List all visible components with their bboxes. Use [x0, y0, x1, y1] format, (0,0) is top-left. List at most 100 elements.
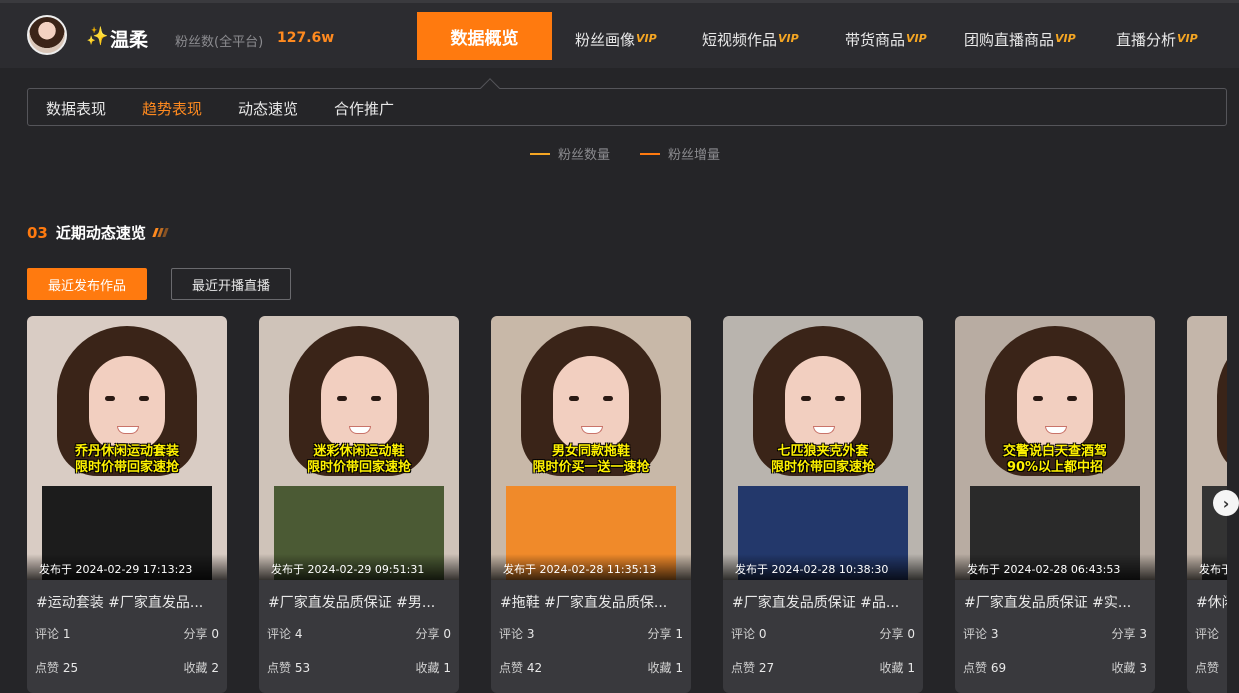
- favorites-stat: 收藏 2: [184, 659, 219, 676]
- shares-stat: 分享 0: [416, 625, 451, 642]
- video-card[interactable]: 交警说白天查酒驾 90%以上都中招 发布于 2024-02-28 06:43:5…: [955, 316, 1155, 693]
- legend-swatch: [640, 152, 660, 155]
- video-thumbnail[interactable]: 乔丹休闲运动套装 限时价带回家速抢 发布于 2024-02-29 17:13:2…: [27, 316, 227, 580]
- nav-tab-group-live-products[interactable]: 团购直播商品VIP: [964, 29, 1076, 50]
- caption-line: 90%以上都中招: [1006, 460, 1104, 475]
- caption-line: 交警说白天查酒驾: [1002, 444, 1107, 459]
- stat-value: 69: [990, 661, 1007, 675]
- stat-value: 4: [294, 627, 303, 641]
- nav-tab-overview[interactable]: 数据概览: [417, 12, 552, 60]
- stat-label: 点赞: [1195, 661, 1220, 675]
- stat-label: 评论: [267, 627, 292, 641]
- video-card[interactable]: 乔丹休闲运动套装 限时价带回家速抢 发布于 2024-02-29 17:13:2…: [27, 316, 227, 693]
- nav-tab-label: 短视频作品: [702, 31, 778, 49]
- video-card[interactable]: 迷彩休闲运动鞋 限时价带回家速抢 发布于 2024-02-29 09:51:31…: [259, 316, 459, 693]
- nav-tab-label: 带货商品: [845, 31, 906, 49]
- subtab-cooperation[interactable]: 合作推广: [334, 98, 394, 119]
- stat-value: 0: [211, 627, 219, 641]
- stat-label: 点赞: [267, 661, 292, 675]
- stat-value: 42: [526, 661, 543, 675]
- recent-works-button[interactable]: 最近发布作品: [27, 268, 147, 300]
- video-title[interactable]: #运动套装 #厂家直发品...: [27, 580, 227, 612]
- thumbnail-caption: 乔丹休闲运动套装 限时价带回家速抢: [27, 444, 227, 476]
- person-face: [321, 356, 397, 452]
- legend-label: 粉丝数量: [558, 148, 611, 163]
- avatar[interactable]: [27, 15, 67, 55]
- stats-row: 评论 4 分享 0: [259, 625, 459, 642]
- comments-stat: 评论 3: [499, 625, 534, 642]
- nav-tab-products[interactable]: 带货商品VIP: [845, 29, 927, 50]
- subtab-data-performance[interactable]: 数据表现: [46, 98, 106, 119]
- fans-count-value: 127.6w: [277, 30, 335, 46]
- video-card[interactable]: 七匹狼夹克外套 限时价带回家速抢 发布于 2024-02-28 10:38:30…: [723, 316, 923, 693]
- caption-line: 迷彩休闲运动鞋: [313, 444, 405, 459]
- slash-decoration-icon: [152, 228, 169, 237]
- likes-stat: 点赞 53: [267, 659, 310, 676]
- publish-time: 发布于 2024-02-29 09:51:31: [259, 554, 459, 580]
- person-eye: [1067, 396, 1077, 401]
- nav-tab-live-analysis[interactable]: 直播分析VIP: [1116, 29, 1198, 50]
- person-eye: [1033, 396, 1043, 401]
- stats-row: 点赞 收藏: [1187, 659, 1227, 676]
- legend-swatch: [530, 152, 550, 155]
- caption-line: 限时价带回家速抢: [306, 460, 411, 475]
- stat-value: 0: [443, 627, 451, 641]
- nav-tab-fan-portrait[interactable]: 粉丝画像VIP: [575, 29, 657, 50]
- subtab-activity-overview[interactable]: 动态速览: [238, 98, 298, 119]
- legend-label: 粉丝增量: [668, 148, 721, 163]
- stat-value: 0: [758, 627, 767, 641]
- stat-value: 25: [62, 661, 79, 675]
- legend-item-fans-increment[interactable]: 粉丝增量: [640, 144, 720, 163]
- caption-line: 七匹狼夹克外套: [777, 444, 869, 459]
- likes-stat: 点赞 69: [963, 659, 1006, 676]
- comments-stat: 评论 0: [731, 625, 766, 642]
- vip-badge: VIP: [906, 32, 927, 45]
- stat-value: 3: [1139, 627, 1147, 641]
- likes-stat: 点赞: [1195, 659, 1219, 676]
- stat-value: 1: [675, 661, 683, 675]
- sub-tab-bar: 数据表现 趋势表现 动态速览 合作推广: [27, 88, 1227, 126]
- nav-tab-short-videos[interactable]: 短视频作品VIP: [702, 29, 799, 50]
- video-card[interactable]: 男女同款拖鞋 限时价买一送一速抢 发布于 2024-02-28 11:35:13…: [491, 316, 691, 693]
- person-face: [1017, 356, 1093, 452]
- stats-row: 点赞 42 收藏 1: [491, 659, 691, 676]
- legend-item-fans-count[interactable]: 粉丝数量: [530, 144, 610, 163]
- person-face: [785, 356, 861, 452]
- thumbnail-caption: 交警说白天查酒驾 90%以上都中招: [955, 444, 1155, 476]
- subtab-trend-performance[interactable]: 趋势表现: [142, 98, 202, 119]
- stat-value: 3: [1139, 661, 1147, 675]
- person-face: [89, 356, 165, 452]
- video-title[interactable]: #拖鞋 #厂家直发品质保...: [491, 580, 691, 612]
- comments-stat: 评论 4: [267, 625, 302, 642]
- stats-row: 点赞 53 收藏 1: [259, 659, 459, 676]
- recent-live-button[interactable]: 最近开播直播: [171, 268, 291, 300]
- next-arrow-icon[interactable]: ›: [1213, 490, 1239, 516]
- stats-row: 评论 3 分享 1: [491, 625, 691, 642]
- shares-stat: 分享 3: [1112, 625, 1147, 642]
- comments-stat: 评论 3: [963, 625, 998, 642]
- publish-time: 发布于 2024-02-28 11:35:13: [491, 554, 691, 580]
- video-title[interactable]: #厂家直发品质保证 #男...: [259, 580, 459, 612]
- section-number: 03: [27, 223, 48, 242]
- cards-carousel: 乔丹休闲运动套装 限时价带回家速抢 发布于 2024-02-29 17:13:2…: [27, 316, 1227, 693]
- video-thumbnail[interactable]: 迷彩休闲运动鞋 限时价带回家速抢 发布于 2024-02-29 09:51:31: [259, 316, 459, 580]
- person-eye: [569, 396, 579, 401]
- video-title[interactable]: #厂家直发品质保证 #品...: [723, 580, 923, 612]
- favorites-stat: 收藏 1: [880, 659, 915, 676]
- stat-label: 点赞: [35, 661, 60, 675]
- stat-label: 分享: [1111, 627, 1136, 641]
- video-thumbnail[interactable]: 交警说白天查酒驾 90%以上都中招 发布于 2024-02-28 06:43:5…: [955, 316, 1155, 580]
- section-header: 03 近期动态速览: [27, 222, 169, 243]
- nav-tab-label: 数据概览: [450, 28, 519, 49]
- video-thumbnail[interactable]: 发布于: [1187, 316, 1227, 580]
- person-eye: [835, 396, 845, 401]
- video-thumbnail[interactable]: 男女同款拖鞋 限时价买一送一速抢 发布于 2024-02-28 11:35:13: [491, 316, 691, 580]
- comments-stat: 评论: [1195, 625, 1219, 642]
- stat-label: 点赞: [731, 661, 756, 675]
- stat-label: 评论: [35, 627, 60, 641]
- stat-label: 评论: [731, 627, 756, 641]
- video-thumbnail[interactable]: 七匹狼夹克外套 限时价带回家速抢 发布于 2024-02-28 10:38:30: [723, 316, 923, 580]
- video-title[interactable]: #厂家直发品质保证 #实...: [955, 580, 1155, 612]
- vip-badge: VIP: [636, 32, 657, 45]
- video-title[interactable]: #休闲: [1187, 580, 1227, 612]
